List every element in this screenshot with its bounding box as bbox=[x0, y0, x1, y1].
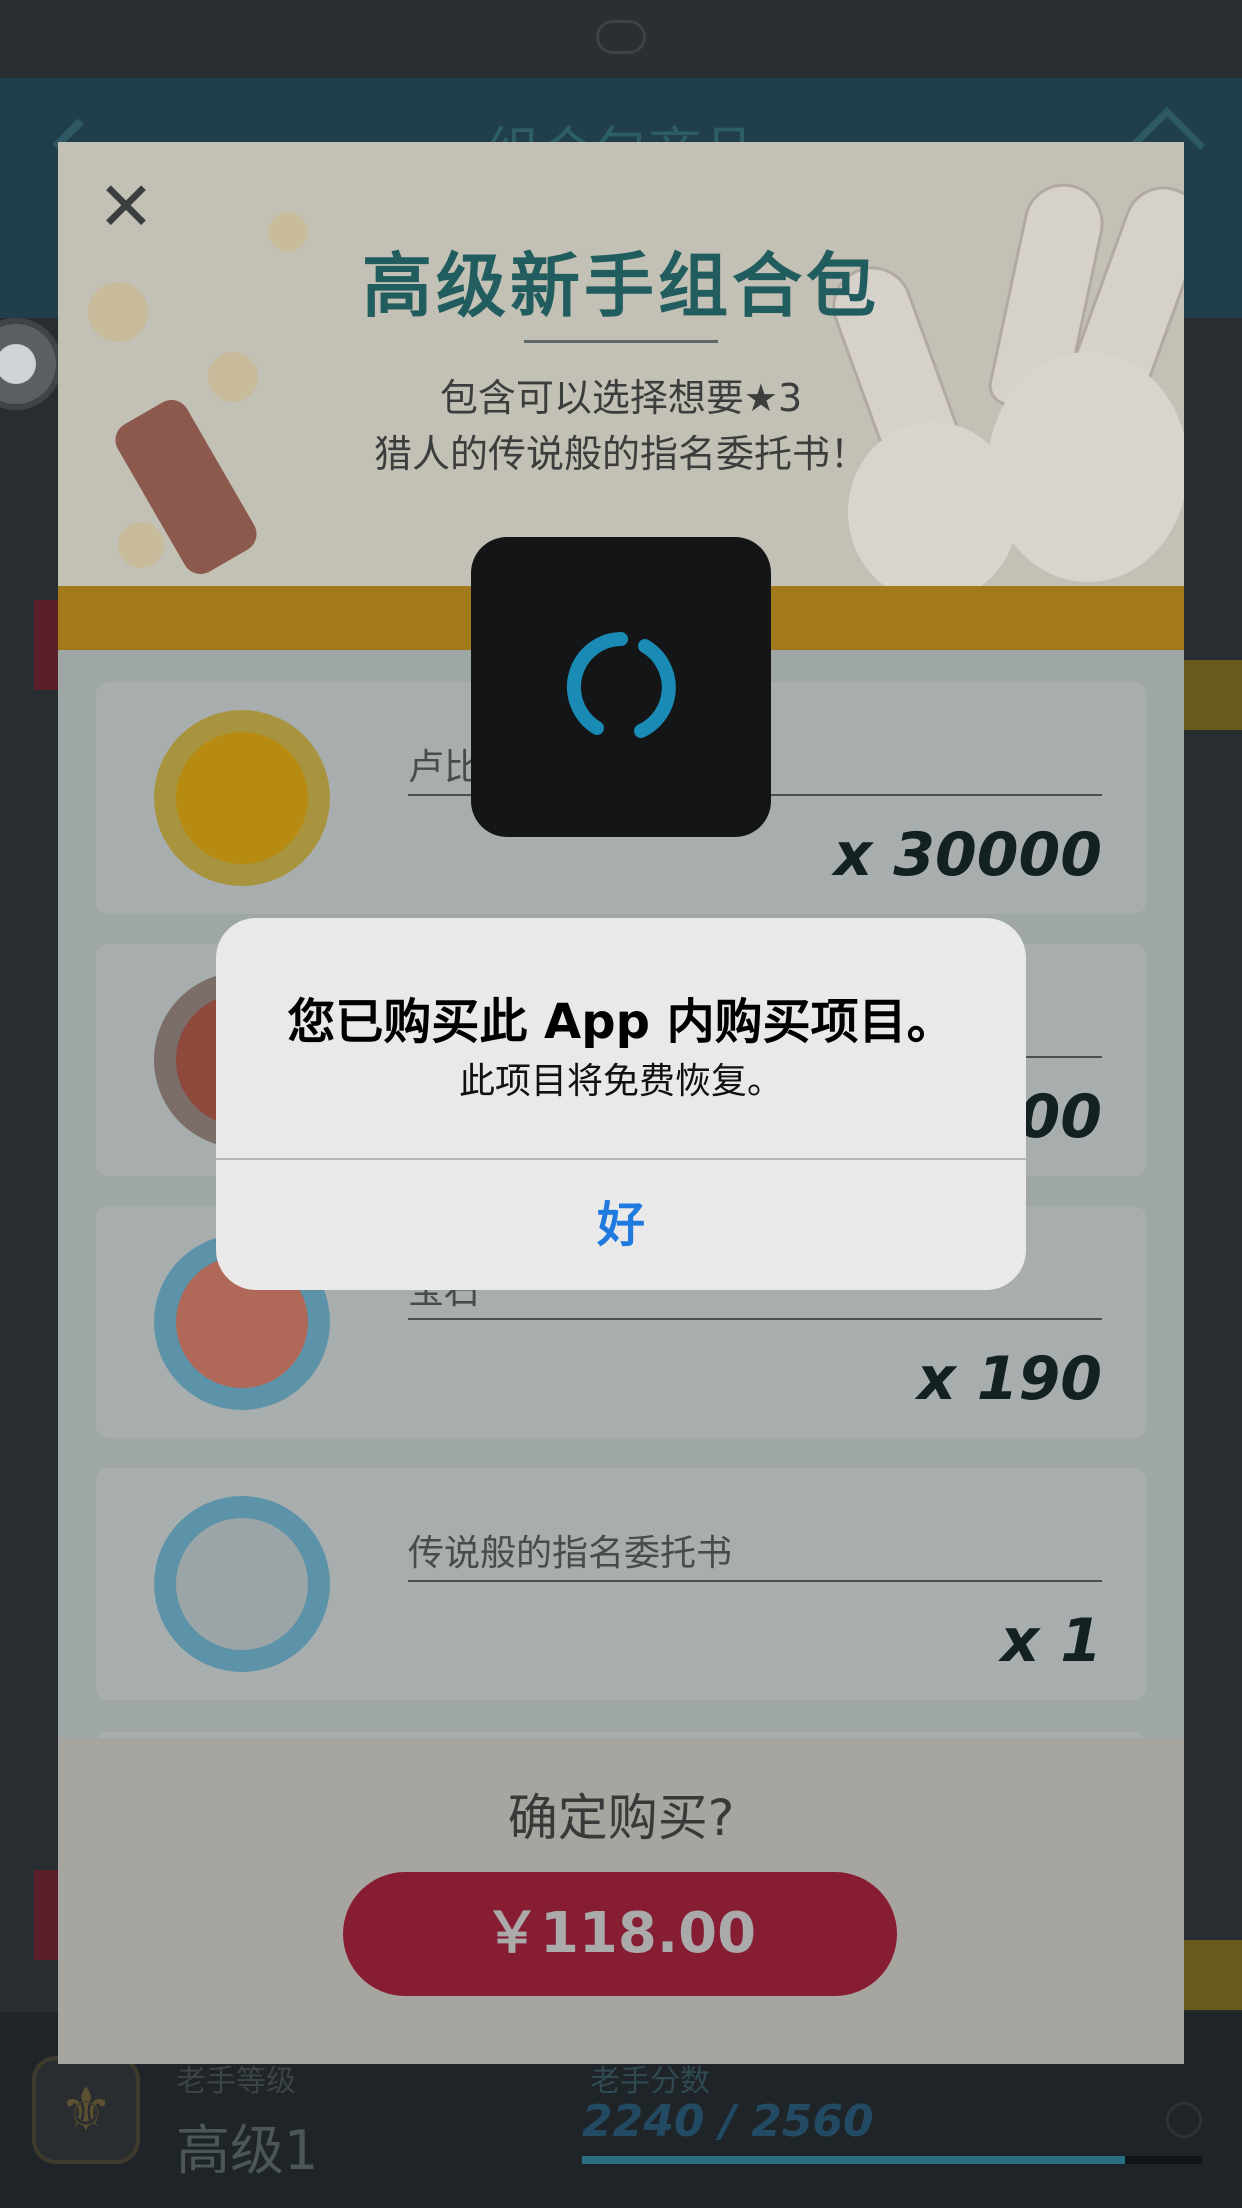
rank-value: 高级1 bbox=[176, 2119, 319, 2182]
alert-title: 您已购买此 App 内购买项目。 bbox=[287, 994, 955, 1050]
description-line: 猎人的传说般的指名委托书！ bbox=[373, 432, 868, 476]
bundle-title: 高级新手组合包 bbox=[362, 245, 880, 327]
item-name: 传说般的指名委托书 bbox=[408, 1533, 733, 1574]
background-tag bbox=[34, 600, 58, 690]
item-quantity: x 30000 bbox=[833, 820, 1102, 890]
list-item: 传说般的指名委托书 x 1 bbox=[96, 1468, 1146, 1700]
background-left-edge bbox=[0, 318, 58, 2018]
background-tag bbox=[1184, 1940, 1242, 2010]
divider bbox=[408, 1318, 1102, 1320]
item-name: 卢比 bbox=[408, 747, 481, 788]
spinner-icon bbox=[566, 632, 676, 738]
bundle-banner bbox=[58, 142, 1184, 586]
background-right-edge bbox=[1184, 318, 1242, 2018]
divider bbox=[408, 1580, 1102, 1582]
status-bar bbox=[0, 0, 1242, 78]
description-line: 包含可以选择想要★3 bbox=[439, 376, 803, 420]
score-progress-fill bbox=[582, 2156, 1125, 2164]
purchase-button[interactable]: ￥118.00 bbox=[343, 1872, 897, 1996]
alert-message: 此项目将免费恢复。 bbox=[458, 1061, 783, 1102]
scroll-icon bbox=[154, 1496, 330, 1672]
bundle-description: 包含可以选择想要★3 猎人的传说般的指名委托书！ bbox=[58, 370, 1184, 482]
score-progress-bar bbox=[582, 2156, 1202, 2164]
loading-overlay bbox=[471, 537, 771, 837]
divider bbox=[524, 340, 718, 343]
item-quantity: 00 bbox=[1018, 1082, 1103, 1152]
info-icon[interactable] bbox=[1166, 2102, 1202, 2138]
coin-decoration bbox=[118, 522, 164, 568]
ok-button[interactable]: 好 bbox=[216, 1160, 1026, 1290]
purchase-alert-dialog: 您已购买此 App 内购买项目。 此项目将免费恢复。 好 bbox=[216, 918, 1026, 1290]
background-tag bbox=[34, 1870, 58, 1960]
score-value: 2240 / 2560 bbox=[582, 2096, 874, 2147]
confirm-text: 确定购买? bbox=[507, 1789, 735, 1847]
fleur-de-lis-icon: ⚜ bbox=[32, 2056, 140, 2164]
gold-coin-icon bbox=[154, 710, 330, 886]
background-tag bbox=[1184, 660, 1242, 730]
confirm-section: 确定购买? ￥118.00 bbox=[58, 1738, 1184, 2064]
item-quantity: x 1 bbox=[1000, 1606, 1102, 1676]
status-icon bbox=[596, 20, 646, 54]
item-quantity: x 190 bbox=[917, 1344, 1102, 1414]
